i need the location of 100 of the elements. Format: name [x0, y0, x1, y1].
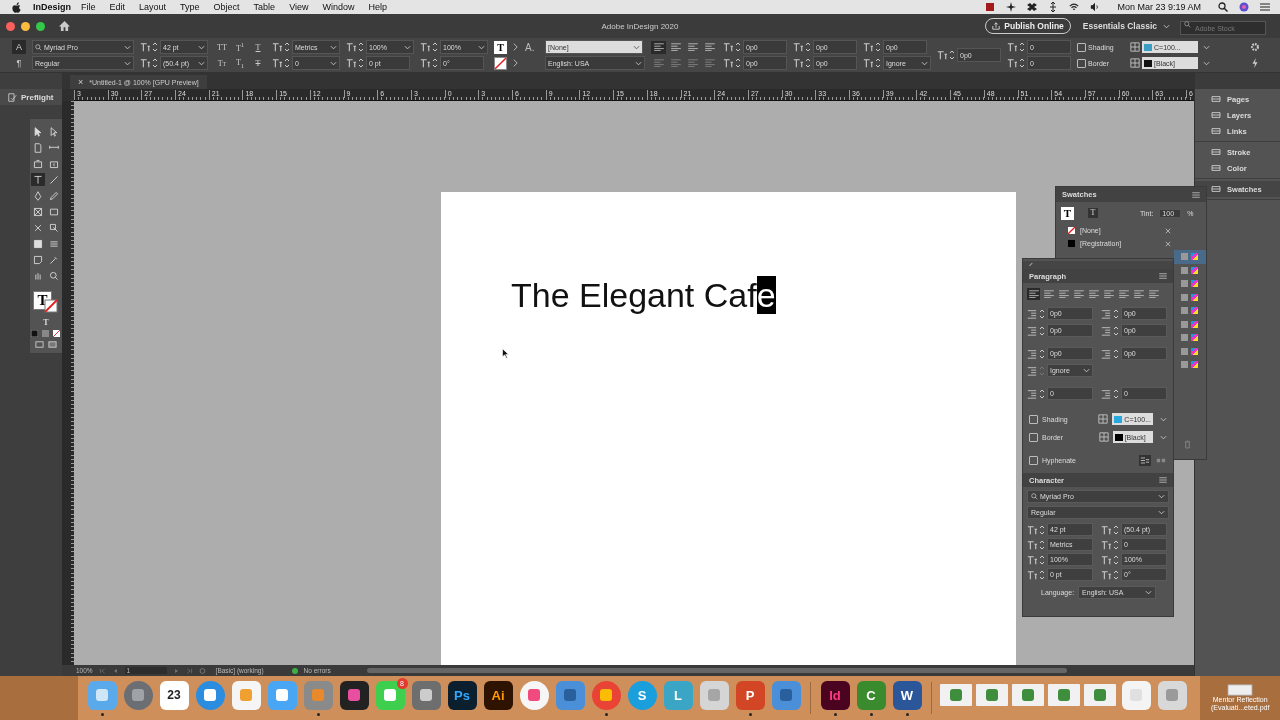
spinner-icon[interactable]: [875, 41, 881, 53]
spinner-icon[interactable]: [1113, 307, 1119, 320]
checkbox[interactable]: [1029, 456, 1038, 465]
dock-app-icon[interactable]: [411, 680, 441, 710]
caret-icon[interactable]: [1203, 60, 1210, 66]
fill-stroke-indicator[interactable]: T: [1061, 206, 1074, 220]
spinner-icon[interactable]: [1039, 568, 1045, 581]
spinner-icon[interactable]: [1019, 41, 1025, 53]
spinner-icon[interactable]: [1039, 307, 1045, 320]
caret-icon[interactable]: [1203, 44, 1210, 50]
dock-app-icon[interactable]: [519, 680, 549, 710]
dock-app-icon[interactable]: [339, 680, 369, 710]
menu-item[interactable]: Edit: [109, 2, 126, 12]
arrows-icon[interactable]: [1048, 2, 1059, 12]
dock-app-icon[interactable]: [195, 680, 225, 710]
spinner-icon[interactable]: [1039, 387, 1045, 400]
panel-menu-icon[interactable]: [1159, 273, 1167, 279]
menu-item[interactable]: View: [289, 2, 309, 12]
align-button[interactable]: [1087, 288, 1100, 300]
checkbox[interactable]: [1029, 432, 1038, 442]
text-style-button[interactable]: T: [250, 42, 266, 52]
text-style-button[interactable]: TT: [214, 42, 230, 52]
spinner-icon[interactable]: [1113, 568, 1119, 581]
close-button[interactable]: [6, 21, 15, 31]
spinner-icon[interactable]: [152, 57, 158, 69]
align-button[interactable]: [1147, 288, 1160, 300]
square-icon[interactable]: [985, 2, 996, 12]
spinner-icon[interactable]: [1113, 553, 1119, 566]
dock-app-icon[interactable]: [1048, 684, 1080, 706]
stroke-none-icon[interactable]: [494, 56, 507, 70]
checkbox[interactable]: [1077, 42, 1086, 52]
volume-icon[interactable]: [1090, 2, 1101, 12]
align-button[interactable]: [1117, 288, 1130, 300]
spinner-icon[interactable]: [1039, 324, 1045, 337]
spinner-icon[interactable]: [1039, 553, 1045, 566]
spinner-icon[interactable]: [735, 57, 741, 69]
formatting-text-toggle[interactable]: T: [1088, 208, 1098, 218]
menu-item[interactable]: Window: [322, 2, 355, 12]
spinner-icon[interactable]: [1113, 523, 1119, 536]
composer-icon[interactable]: [1139, 455, 1151, 466]
fill-swatch-button[interactable]: T: [494, 40, 507, 54]
dock-app-icon[interactable]: Ai: [483, 680, 513, 710]
view-mode-icon[interactable]: [34, 340, 44, 349]
text-style-button[interactable]: Tт: [214, 58, 230, 68]
zoom-button[interactable]: [36, 21, 45, 31]
align-button[interactable]: [1027, 288, 1040, 300]
checkbox[interactable]: [1077, 58, 1086, 68]
search-icon[interactable]: [1218, 2, 1228, 12]
spinner-icon[interactable]: [1039, 347, 1045, 360]
align-button[interactable]: [1132, 288, 1145, 300]
minimize-button[interactable]: [21, 21, 30, 31]
dock-app-icon[interactable]: Id: [820, 680, 850, 710]
spinner-icon[interactable]: [358, 57, 364, 69]
panel-menu-icon[interactable]: [1159, 477, 1167, 483]
spinner-icon[interactable]: [284, 41, 290, 53]
spinner-icon[interactable]: [432, 57, 438, 69]
lightning-icon[interactable]: [1250, 58, 1260, 68]
dock-app-icon[interactable]: [1084, 684, 1116, 706]
caret-icon[interactable]: [1160, 434, 1167, 440]
default-colors-icon[interactable]: [31, 330, 39, 337]
dock-app-icon[interactable]: 23: [159, 680, 189, 710]
dock-app-icon[interactable]: [267, 680, 297, 710]
preflight-globe-icon[interactable]: [198, 667, 206, 674]
spinner-icon[interactable]: [805, 41, 811, 53]
spinner-icon[interactable]: [152, 41, 158, 53]
spinner-icon[interactable]: [949, 49, 955, 61]
formatting-text-toggle[interactable]: T: [43, 318, 49, 327]
mode-toggle[interactable]: A: [12, 40, 26, 54]
text-style-button[interactable]: T$_{1}$: [232, 57, 248, 69]
spinner-icon[interactable]: [284, 57, 290, 69]
dock-app-icon[interactable]: Ps: [447, 680, 477, 710]
spinner-icon[interactable]: [735, 41, 741, 53]
align-button[interactable]: [651, 40, 666, 54]
menu-item[interactable]: Help: [368, 2, 387, 12]
dock-app-icon[interactable]: C: [856, 680, 886, 710]
spinner-icon[interactable]: [1113, 324, 1119, 337]
checkbox[interactable]: [1029, 414, 1038, 424]
text-style-button[interactable]: T: [250, 58, 266, 68]
horizontal-scrollbar[interactable]: [366, 668, 1067, 673]
wifi-icon[interactable]: [1069, 2, 1080, 12]
dock-app-icon[interactable]: [976, 684, 1008, 706]
star-burst-icon[interactable]: [1006, 2, 1017, 12]
spinner-icon[interactable]: [805, 57, 811, 69]
dock-app-icon[interactable]: W: [892, 680, 922, 710]
spinner-icon[interactable]: [1039, 538, 1045, 551]
siri-icon[interactable]: [1239, 2, 1249, 12]
document-icon[interactable]: [1226, 684, 1255, 696]
spinner-icon[interactable]: [1113, 347, 1119, 360]
spinner-icon[interactable]: [358, 41, 364, 53]
none-swatch-icon[interactable]: [53, 330, 61, 337]
spinner-icon[interactable]: [1039, 523, 1045, 536]
panel-menu-icon[interactable]: [1192, 191, 1200, 198]
text-style-button[interactable]: T$^{1}$: [232, 41, 248, 53]
align-button[interactable]: [685, 40, 700, 54]
clock[interactable]: Mon Mar 23 9:19 AM: [1117, 2, 1201, 12]
gear-icon[interactable]: [1250, 42, 1260, 52]
menu-item[interactable]: Layout: [139, 2, 167, 12]
dock-app-icon[interactable]: P: [735, 680, 765, 710]
align-button[interactable]: [1042, 288, 1055, 300]
swap-icon[interactable]: [42, 330, 50, 337]
